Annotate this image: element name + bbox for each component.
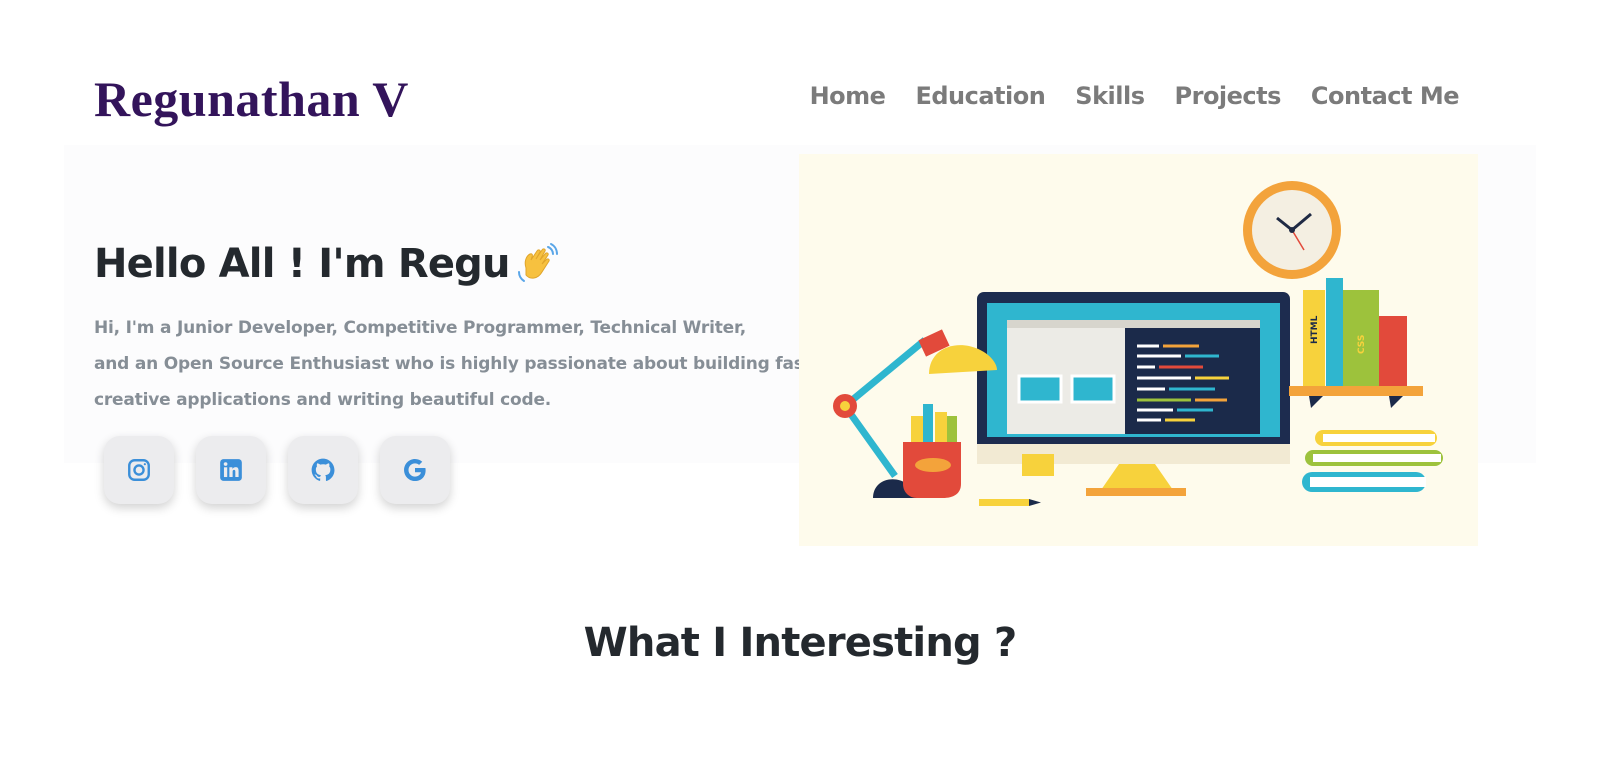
nav-link-contact-me[interactable]: Contact Me bbox=[1311, 82, 1460, 110]
nav-link-home[interactable]: Home bbox=[810, 82, 886, 110]
social-links bbox=[104, 436, 450, 504]
linkedin-icon bbox=[220, 459, 242, 481]
nav-link-skills[interactable]: Skills bbox=[1075, 82, 1145, 110]
google-button[interactable] bbox=[380, 436, 450, 504]
css-book-label: CSS bbox=[1357, 335, 1367, 354]
site-logo[interactable]: Regunathan V bbox=[94, 70, 409, 128]
hero-greeting-text: Hello All ! I'm Regu bbox=[94, 241, 510, 287]
waving-hand-icon bbox=[514, 242, 558, 286]
nav-link-projects[interactable]: Projects bbox=[1175, 82, 1282, 110]
hero-intro-line: Hi, I'm a Junior Developer, Competitive … bbox=[94, 318, 746, 338]
instagram-icon bbox=[128, 459, 150, 481]
developer-desk-illustration: HTML CSS bbox=[799, 154, 1478, 546]
github-button[interactable] bbox=[288, 436, 358, 504]
hero-intro-line: and an Open Source Enthusiast who is hig… bbox=[94, 354, 818, 374]
hero-greeting: Hello All ! I'm Regu bbox=[94, 241, 558, 287]
section-heading: What I Interesting ? bbox=[583, 620, 1018, 666]
main-nav: Home Education Skills Projects Contact M… bbox=[810, 82, 1460, 110]
instagram-button[interactable] bbox=[104, 436, 174, 504]
linkedin-button[interactable] bbox=[196, 436, 266, 504]
google-icon bbox=[404, 458, 426, 482]
html-book-label: HTML bbox=[1310, 315, 1320, 344]
github-icon bbox=[311, 458, 335, 481]
hero-intro: Hi, I'm a Junior Developer, Competitive … bbox=[94, 310, 818, 418]
nav-link-education[interactable]: Education bbox=[915, 82, 1045, 110]
hero-intro-line: creative applications and writing beauti… bbox=[94, 390, 552, 410]
